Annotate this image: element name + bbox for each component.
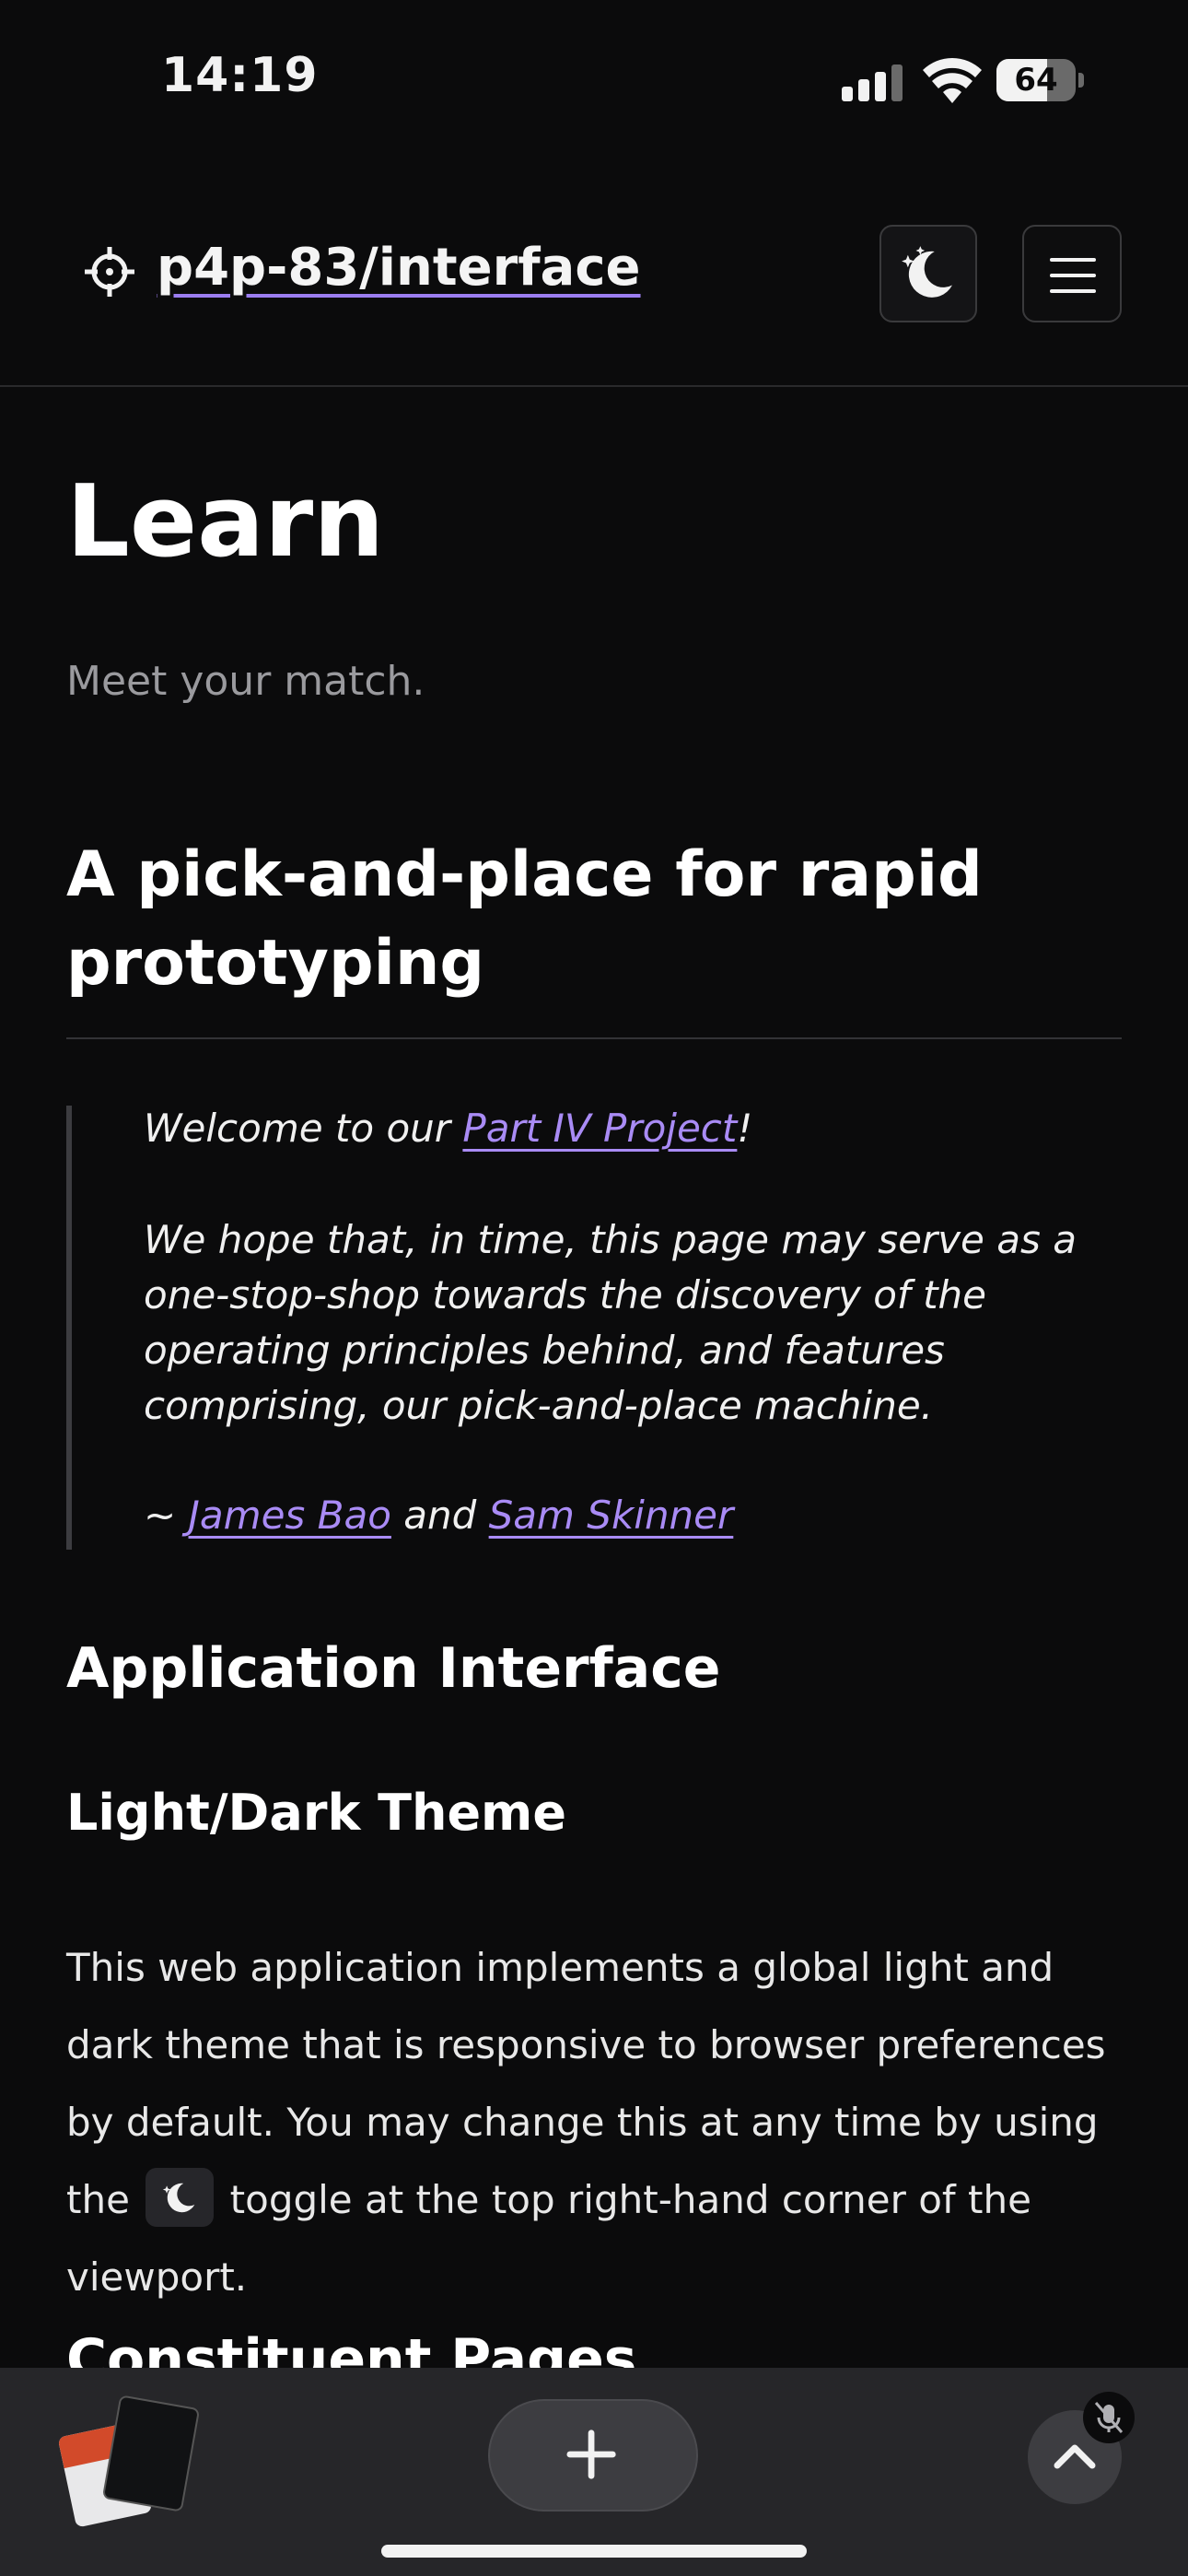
status-bar: 14:19 64 [0, 0, 1188, 157]
part-iv-project-link[interactable]: Part IV Project [462, 1106, 737, 1151]
cellular-signal-icon [842, 64, 903, 101]
battery-indicator: 64 [996, 59, 1085, 101]
welcome-line: Welcome to our Part IV Project! [144, 1106, 752, 1151]
menu-button[interactable] [1022, 225, 1122, 322]
tab-switcher-button[interactable] [57, 2395, 201, 2528]
welcome-suffix: ! [737, 1106, 753, 1151]
theme-toggle-button[interactable] [879, 225, 977, 322]
tab-thumbnail [101, 2395, 201, 2512]
page-title: Learn [66, 464, 385, 580]
site-title-link[interactable]: p4p-83/interface [157, 238, 641, 298]
plus-icon [566, 2430, 616, 2479]
crosshair-icon [85, 247, 134, 297]
theme-description: This web application implements a global… [66, 1929, 1135, 2316]
welcome-prefix: Welcome to our [144, 1106, 463, 1151]
welcome-quote: Welcome to our Part IV Project! We hope … [66, 1106, 1122, 1550]
battery-percent: 64 [1014, 62, 1058, 99]
status-time: 14:19 [161, 48, 319, 103]
section-heading: A pick-and-place for rapid prototyping [66, 838, 983, 1000]
page-subtitle: Meet your match. [66, 658, 425, 705]
application-interface-heading: Application Interface [66, 1636, 721, 1701]
home-indicator [381, 2545, 807, 2558]
new-tab-button[interactable] [488, 2399, 698, 2512]
mic-off-icon [1083, 2392, 1135, 2443]
browser-toolbar [0, 2368, 1188, 2576]
section-divider [66, 1037, 1122, 1039]
quote-paragraph: We hope that, in time, this page may ser… [144, 1217, 1077, 1428]
author-james-bao-link[interactable]: James Bao [189, 1493, 391, 1538]
inline-moon-stars-icon [146, 2167, 215, 2227]
site-header: p4p-83/interface [0, 157, 1188, 387]
signature-and: and [390, 1493, 489, 1538]
signature-prefix: ~ [144, 1493, 189, 1538]
quote-signature: ~ James Bao and Sam Skinner [144, 1493, 733, 1538]
theme-heading: Light/Dark Theme [66, 1784, 566, 1842]
author-sam-skinner-link[interactable]: Sam Skinner [489, 1493, 734, 1538]
moon-stars-icon [902, 246, 952, 298]
wifi-icon [923, 58, 982, 103]
